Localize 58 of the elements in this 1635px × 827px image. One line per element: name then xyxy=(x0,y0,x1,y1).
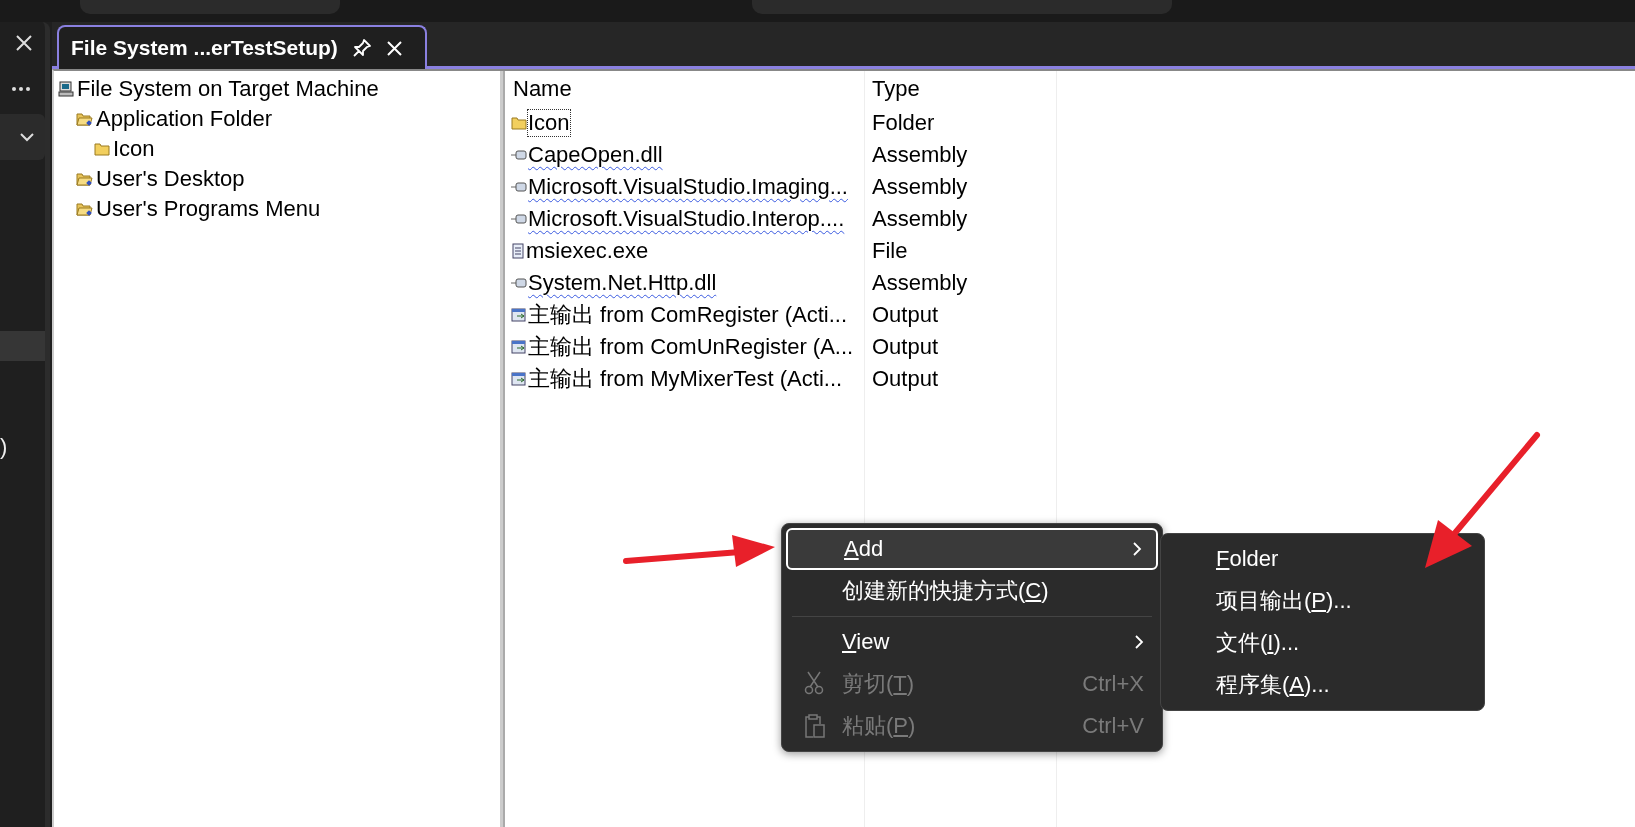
document-tab[interactable]: File System ...erTestSetup) xyxy=(57,25,427,69)
file-type: Output xyxy=(865,299,1057,331)
menu-item[interactable]: 创建新的快捷方式(C) xyxy=(786,570,1158,612)
scissors-icon xyxy=(804,671,824,695)
chevron-right-icon xyxy=(1134,634,1144,650)
tree-item[interactable]: Icon xyxy=(113,136,155,162)
panel-text: ) xyxy=(0,434,8,460)
output-icon xyxy=(511,371,527,387)
tree-item[interactable]: File System on Target Machine xyxy=(77,76,379,102)
file-name[interactable]: Icon xyxy=(528,110,570,136)
tree-item[interactable]: User's Programs Menu xyxy=(96,196,321,222)
assembly-icon xyxy=(511,214,527,224)
chevron-down-icon xyxy=(19,132,35,142)
menu-item[interactable]: 项目输出(P)... xyxy=(1161,580,1484,622)
shortcut-text: Ctrl+V xyxy=(1082,713,1144,739)
file-type: Output xyxy=(865,331,1057,363)
shortcut-text: Ctrl+X xyxy=(1082,671,1144,697)
file-type: Assembly xyxy=(865,171,1057,203)
file-type: Assembly xyxy=(865,139,1057,171)
folder-icon xyxy=(511,116,527,130)
file-type: File xyxy=(865,235,1057,267)
close-icon[interactable] xyxy=(385,39,403,57)
file-type: Output xyxy=(865,363,1057,395)
menu-item[interactable]: 程序集(A)... xyxy=(1161,664,1484,706)
file-name[interactable]: Microsoft.VisualStudio.Interop.... xyxy=(528,206,845,232)
folder-icon xyxy=(76,111,93,127)
tree-item[interactable]: User's Desktop xyxy=(96,166,245,192)
assembly-icon xyxy=(511,182,527,192)
file-name[interactable]: Microsoft.VisualStudio.Imaging... xyxy=(528,174,848,200)
column-header[interactable]: Name xyxy=(505,71,865,107)
pin-icon[interactable] xyxy=(351,38,372,58)
file-type: Folder xyxy=(865,107,1057,139)
file-name[interactable]: 主输出 from ComRegister (Acti... xyxy=(528,300,848,330)
menu-item[interactable]: Add xyxy=(786,528,1158,570)
computer-icon xyxy=(58,81,74,97)
column-header[interactable]: Type xyxy=(865,71,1057,107)
chevron-right-icon xyxy=(1132,541,1142,557)
file-icon xyxy=(511,243,525,259)
file-type: Assembly xyxy=(865,267,1057,299)
file-name[interactable]: msiexec.exe xyxy=(526,238,649,264)
file-name[interactable]: System.Net.Http.dll xyxy=(528,270,717,296)
menu-item[interactable]: View xyxy=(786,621,1158,663)
file-name[interactable]: 主输出 from ComUnRegister (A... xyxy=(528,332,854,362)
file-name[interactable]: 主输出 from MyMixerTest (Acti... xyxy=(528,364,843,394)
clipboard-icon xyxy=(804,713,826,739)
menu-item[interactable]: Folder xyxy=(1161,538,1484,580)
folder-icon xyxy=(76,171,93,187)
output-icon xyxy=(511,307,527,323)
file-name[interactable]: CapeOpen.dll xyxy=(528,142,663,168)
more-icon[interactable] xyxy=(11,86,31,92)
tree-item[interactable]: Application Folder xyxy=(96,106,273,132)
file-type: Assembly xyxy=(865,203,1057,235)
assembly-icon xyxy=(511,278,527,288)
menu-item[interactable]: 文件(I)... xyxy=(1161,622,1484,664)
assembly-icon xyxy=(511,150,527,160)
folder-icon xyxy=(76,201,93,217)
folder-icon xyxy=(94,142,110,156)
output-icon xyxy=(511,339,527,355)
